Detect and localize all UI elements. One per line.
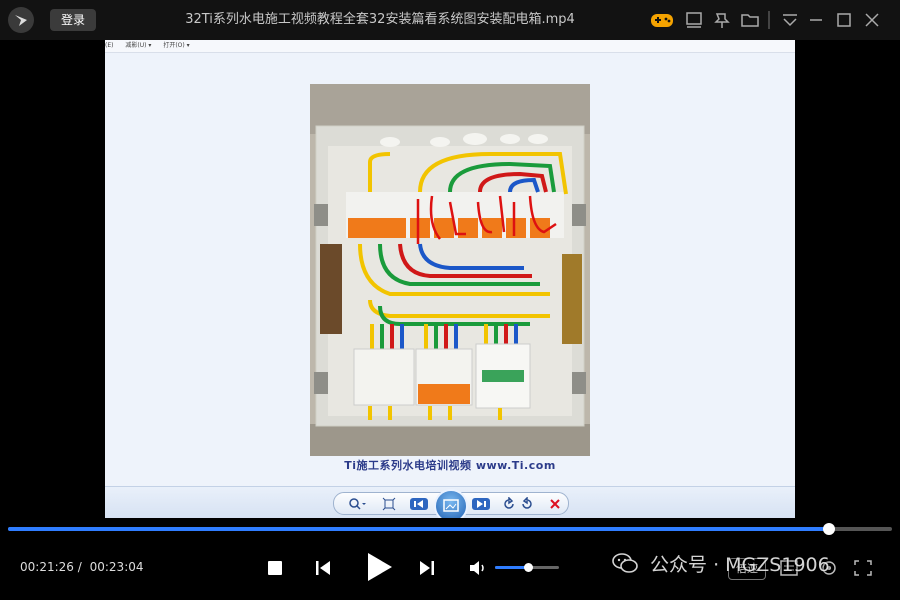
next-button[interactable] — [417, 558, 437, 582]
progress-bar[interactable] — [8, 523, 892, 535]
viewer-menu-item: 打开(O) ▾ — [163, 42, 190, 49]
title-bar: 登录 32Ti系列水电施工视频教程全套32安装篇看系统图安装配电箱.mp4 — [0, 0, 900, 40]
stop-icon — [268, 561, 282, 575]
volume-fill — [495, 566, 529, 569]
play-icon — [368, 553, 392, 581]
screen-icon[interactable] — [684, 10, 704, 30]
previous-button[interactable] — [313, 558, 333, 582]
prev-icon[interactable] — [410, 496, 428, 510]
wechat-watermark: 公众号 · MGZS1906 — [612, 550, 830, 579]
video-title: 32Ti系列水电施工视频教程全套32安装篇看系统图安装配电箱.mp4 — [185, 12, 575, 27]
login-button[interactable]: 登录 — [50, 9, 96, 31]
next-icon[interactable] — [472, 496, 490, 510]
viewer-menu-item: 减影(U) ▾ — [125, 42, 152, 49]
slideshow-icon[interactable] — [434, 489, 468, 518]
stop-button[interactable] — [266, 559, 284, 581]
folder-icon[interactable] — [740, 10, 760, 30]
progress-handle[interactable] — [823, 523, 836, 535]
wechat-icon — [612, 552, 638, 579]
menu-icon[interactable] — [780, 10, 800, 30]
viewer-stage: Ti施工系列水电培训视频 www.Ti.com — [105, 53, 795, 486]
close-icon[interactable] — [862, 10, 882, 30]
current-time: 00:21:26 — [20, 560, 74, 574]
pin-icon[interactable] — [712, 10, 732, 30]
rotate-right-icon[interactable] — [518, 496, 536, 510]
app-logo-icon[interactable] — [8, 7, 34, 33]
progress-fill — [8, 527, 830, 531]
viewer-watermark: Ti施工系列水电培训视频 www.Ti.com — [344, 459, 556, 472]
viewer-control-pill — [333, 489, 569, 518]
zoom-icon[interactable] — [348, 496, 366, 510]
volume-handle[interactable] — [524, 563, 534, 572]
maximize-icon[interactable] — [834, 10, 854, 30]
game-icon[interactable] — [650, 10, 673, 30]
title-divider — [768, 11, 770, 29]
skip-back-icon — [316, 561, 330, 575]
total-time: 00:23:04 — [89, 560, 144, 574]
viewer-menu-item: (E) — [105, 42, 114, 49]
wechat-account-text: 公众号 · MGZS1906 — [650, 554, 830, 576]
skip-forward-icon — [420, 561, 434, 575]
rotate-left-icon[interactable] — [500, 496, 518, 510]
play-button[interactable] — [362, 550, 396, 588]
viewer-toolbar — [105, 486, 795, 518]
minimize-icon[interactable] — [806, 10, 826, 30]
volume-icon — [470, 561, 484, 575]
video-frame[interactable]: (E) 减影(U) ▾ 打开(O) ▾ Ti施工系列水电培训视频 www.Ti.… — [105, 40, 795, 518]
volume-slider[interactable] — [495, 563, 559, 572]
time-display: 00:21:26 / 00:23:04 — [20, 560, 144, 574]
time-separator: / — [77, 560, 82, 574]
volume-button[interactable] — [468, 558, 488, 582]
delete-icon[interactable] — [546, 496, 564, 510]
fullscreen-icon[interactable] — [852, 558, 874, 578]
distribution-box-photo — [310, 84, 590, 456]
viewer-menubar: (E) 减影(U) ▾ 打开(O) ▾ — [105, 40, 795, 53]
fit-icon[interactable] — [380, 496, 398, 511]
